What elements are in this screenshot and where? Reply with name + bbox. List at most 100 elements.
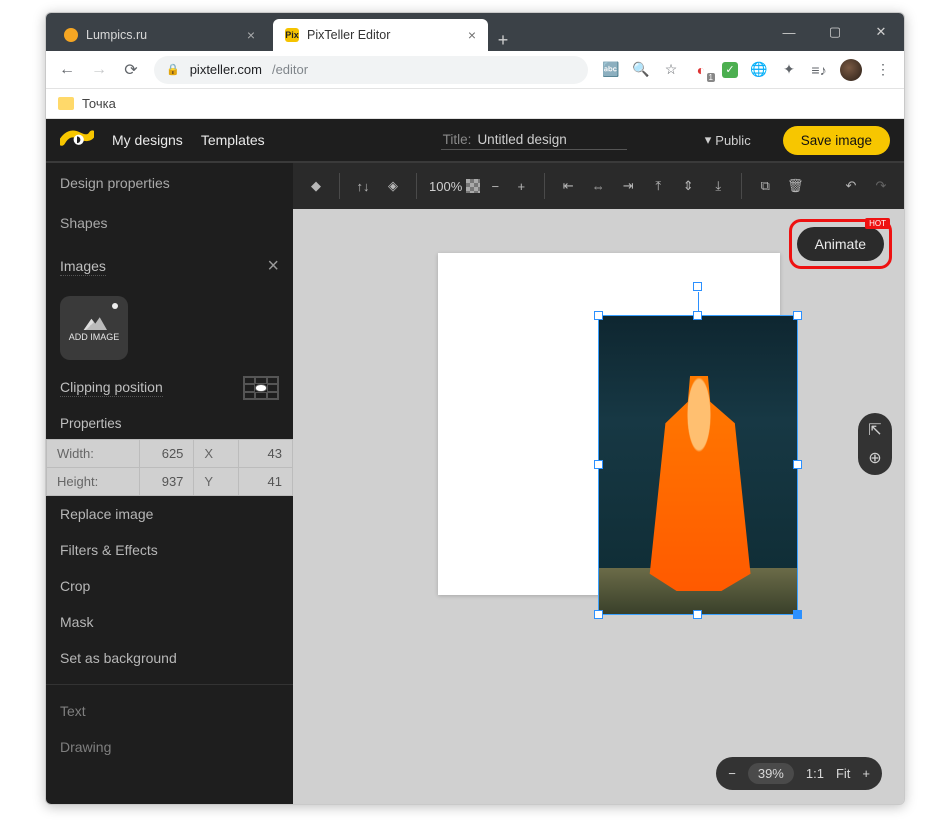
panel-shapes[interactable]: Shapes (46, 203, 293, 243)
close-icon[interactable]: × (247, 27, 255, 43)
align-center-v-icon[interactable]: ⇕ (677, 175, 699, 197)
nav-my-designs[interactable]: My designs (112, 132, 183, 148)
visibility-dropdown[interactable]: ▾ Public (705, 132, 751, 148)
pixteller-logo[interactable] (60, 127, 94, 153)
save-image-button[interactable]: Save image (783, 126, 890, 155)
resize-handle-tm[interactable] (693, 311, 702, 320)
bookmark-item[interactable]: Точка (82, 96, 116, 111)
align-right-icon[interactable]: ⇥ (617, 175, 639, 197)
zoom-icon[interactable]: 🔍 (632, 61, 650, 79)
action-filters-effects[interactable]: Filters & Effects (46, 532, 293, 568)
align-left-icon[interactable]: ⇤ (557, 175, 579, 197)
resize-handle-mr[interactable] (793, 460, 802, 469)
nav-templates[interactable]: Templates (201, 132, 265, 148)
minimize-button[interactable]: — (766, 13, 812, 51)
label: Images (60, 258, 106, 276)
action-set-background[interactable]: Set as background (46, 640, 293, 676)
playlist-icon[interactable]: ≡♪ (810, 61, 828, 79)
tab-lumpics[interactable]: Lumpics.ru × (52, 19, 267, 51)
resize-handle-bl[interactable] (594, 610, 603, 619)
titlebar: Lumpics.ru × Pix PixTeller Editor × + — … (46, 13, 904, 51)
zoom-in-button[interactable]: + (862, 766, 870, 781)
resize-handle-br[interactable] (793, 610, 802, 619)
width-input[interactable]: 625 (140, 440, 194, 468)
browser-window: Lumpics.ru × Pix PixTeller Editor × + — … (45, 12, 905, 805)
profile-avatar[interactable] (840, 59, 862, 81)
properties-title: Properties (46, 408, 293, 439)
zoom-fit-button[interactable]: Fit (836, 766, 850, 781)
properties-panel: Properties Width: 625 X 43 Height: 937 Y (46, 408, 293, 496)
chevron-down-icon: ▾ (705, 132, 712, 148)
title-label: Title: (443, 132, 472, 147)
star-icon[interactable]: ☆ (662, 61, 680, 79)
duplicate-icon[interactable]: ⧉ (754, 175, 776, 197)
width-label: Width: (47, 440, 140, 468)
app-body: Design properties Shapes Images × ADD IM… (46, 161, 904, 804)
action-crop[interactable]: Crop (46, 568, 293, 604)
export-add-icon[interactable]: ⊕ (864, 449, 886, 467)
image-placeholder (599, 316, 797, 614)
translate-icon[interactable]: 🔤 (602, 61, 620, 79)
selected-image[interactable] (598, 315, 798, 615)
height-input[interactable]: 937 (140, 468, 194, 496)
globe-icon[interactable]: 🌐 (750, 61, 768, 79)
layers-icon[interactable]: ◆ (305, 175, 327, 197)
close-window-button[interactable]: ✕ (858, 13, 904, 51)
zoom-out-icon[interactable]: − (484, 175, 506, 197)
puzzle-icon[interactable]: ✦ (780, 61, 798, 79)
zoom-controls: 100% − + (429, 175, 532, 197)
undo-icon[interactable]: ↶ (840, 175, 862, 197)
trash-icon[interactable]: 🗑 (784, 175, 806, 197)
pixteller-app: My designs Templates Title: Untitled des… (46, 119, 904, 804)
panel-images[interactable]: Images × (46, 243, 293, 290)
action-replace-image[interactable]: Replace image (46, 496, 293, 532)
reload-icon[interactable]: ⟳ (122, 60, 140, 80)
zoom-percent[interactable]: 39% (748, 763, 794, 784)
tab-pixteller[interactable]: Pix PixTeller Editor × (273, 19, 488, 51)
resize-handle-tl[interactable] (594, 311, 603, 320)
clipping-position-grid[interactable] (243, 376, 279, 400)
layer-stack-icon[interactable]: ◈ (382, 175, 404, 197)
menu-icon[interactable]: ⋮ (874, 61, 892, 79)
panel-drawing[interactable]: Drawing (46, 729, 293, 765)
align-center-h-icon[interactable]: ⇔ (587, 175, 609, 197)
zoom-out-button[interactable]: − (728, 766, 736, 781)
add-image-button[interactable]: ADD IMAGE (60, 296, 128, 360)
export-icon[interactable]: ⇱ (864, 421, 886, 439)
zoom-1to1-button[interactable]: 1:1 (806, 766, 824, 781)
close-icon[interactable]: × (267, 255, 279, 278)
zoom-value[interactable]: 100% (429, 179, 462, 194)
x-input[interactable]: 43 (239, 440, 293, 468)
mountain-icon (81, 314, 107, 330)
rotate-handle[interactable] (693, 282, 702, 291)
resize-handle-bm[interactable] (693, 610, 702, 619)
design-title-field[interactable]: Title: Untitled design (441, 130, 627, 150)
extension-red-icon[interactable]: ◐ (692, 61, 710, 79)
back-icon[interactable]: ← (58, 61, 76, 79)
clipping-position-row: Clipping position (46, 364, 293, 408)
move-up-icon[interactable]: ↑↓ (352, 175, 374, 197)
url-field[interactable]: 🔒 pixteller.com/editor (154, 56, 588, 84)
floating-export-panel: ⇱ ⊕ (858, 413, 892, 475)
forward-icon[interactable]: → (90, 61, 108, 79)
resize-handle-ml[interactable] (594, 460, 603, 469)
animate-button[interactable]: HOT Animate (797, 227, 884, 261)
redo-icon[interactable]: ↷ (870, 175, 892, 197)
y-input[interactable]: 41 (239, 468, 293, 496)
panel-design-properties[interactable]: Design properties (46, 163, 293, 203)
y-label: Y (194, 468, 239, 496)
title-value: Untitled design (477, 132, 566, 147)
maximize-button[interactable]: ▢ (812, 13, 858, 51)
resize-handle-tr[interactable] (793, 311, 802, 320)
close-icon[interactable]: × (468, 27, 476, 43)
design-canvas[interactable] (438, 253, 780, 595)
extension-check-icon[interactable]: ✓ (722, 62, 738, 78)
panel-text[interactable]: Text (46, 693, 293, 729)
lock-icon: 🔒 (166, 63, 180, 76)
action-mask[interactable]: Mask (46, 604, 293, 640)
zoom-in-icon[interactable]: + (510, 175, 532, 197)
new-tab-button[interactable]: + (488, 30, 518, 51)
align-top-icon[interactable]: ⤒ (647, 175, 669, 197)
align-bottom-icon[interactable]: ⤓ (707, 175, 729, 197)
canvas-area: ◆ ↑↓ ◈ 100% − + ⇤ ⇔ ⇥ ⤒ ⇕ (293, 163, 904, 804)
